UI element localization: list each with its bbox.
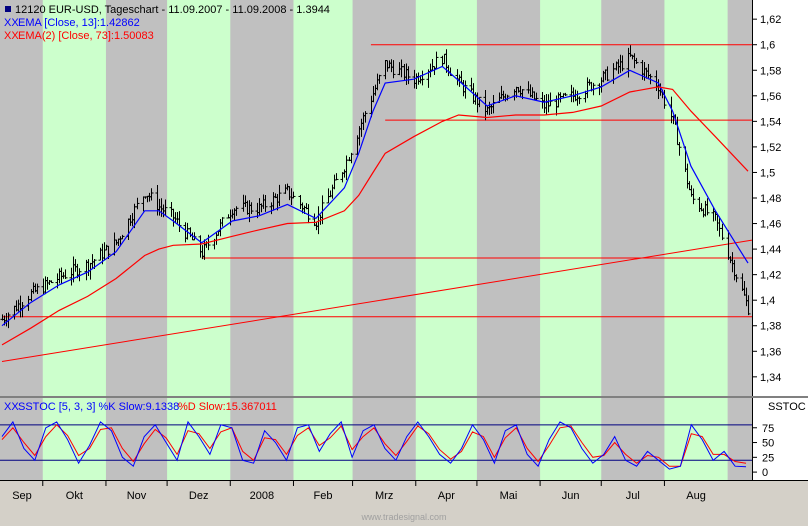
- price-tick-label: 1,56: [760, 91, 781, 103]
- stochastic-pane-tag: SSTOC: [768, 401, 806, 413]
- shaded-month-band: [540, 0, 602, 396]
- time-tick-label: 2008: [250, 490, 274, 502]
- price-tick-label: 1,58: [760, 65, 781, 77]
- shaded-month-band: [664, 0, 728, 396]
- shaded-month-band: [293, 0, 353, 396]
- price-tick-label: 1,36: [760, 346, 781, 358]
- price-tick-label: 1,46: [760, 219, 781, 231]
- chart-canvas: 1,62 1,6 1,58 1,56 1,54 1,52 1,5 1,48 1,46 1,44 1,…: [0, 0, 808, 526]
- stochastic-tick-label: 25: [762, 452, 774, 464]
- time-tick-label: Jul: [626, 490, 640, 502]
- time-tick-label: Feb: [314, 490, 333, 502]
- price-tick-label: 1,44: [760, 244, 781, 256]
- chart-title: 12120 EUR-USD, Tageschart - 11.09.2007 -…: [15, 4, 330, 16]
- price-tick-label: 1,54: [760, 116, 781, 128]
- price-tick-label: 1,42: [760, 270, 781, 282]
- time-tick-label: Jun: [562, 490, 580, 502]
- price-tick-label: 1,48: [760, 193, 781, 205]
- price-pane-background: [0, 0, 752, 396]
- time-tick-label: Okt: [66, 490, 83, 502]
- watermark: www.tradesignal.com: [360, 512, 446, 522]
- price-tick-label: 1,38: [760, 321, 781, 333]
- ema13-legend: EMA [Close, 13]:1.42862: [18, 17, 140, 29]
- shaded-month-band: [167, 0, 231, 396]
- price-tick-label: 1,34: [760, 372, 781, 384]
- stochastic-legend-k: SSTOC [5, 3, 3] %K Slow:9.1338: [18, 401, 179, 413]
- time-tick-label: Mrz: [375, 490, 393, 502]
- shaded-month-band: [42, 0, 106, 396]
- ema73-legend: EMA(2) [Close, 73]:1.50083: [18, 30, 154, 42]
- price-tick-label: 1,62: [760, 14, 781, 26]
- stochastic-tick-label: 50: [762, 438, 774, 450]
- stochastic-tick-label: 0: [762, 467, 768, 479]
- time-tick-label: Nov: [127, 490, 147, 502]
- time-tick-label: Aug: [686, 490, 706, 502]
- price-tick-label: 1,4: [760, 295, 775, 307]
- price-tick-label: 1,5: [760, 167, 775, 179]
- time-tick-label: Apr: [438, 490, 455, 502]
- stochastic-legend-d: %D Slow:15.367011: [178, 401, 277, 413]
- chart-symbol-icon: [5, 6, 11, 12]
- price-tick-label: 1,52: [760, 142, 781, 154]
- stochastic-shaded-band: [415, 398, 477, 480]
- stochastic-shaded-band: [293, 398, 353, 480]
- time-tick-label: Dez: [189, 490, 209, 502]
- time-tick-label: Sep: [12, 490, 32, 502]
- price-tick-label: 1,6: [760, 40, 775, 52]
- time-tick-label: Mai: [500, 490, 518, 502]
- stochastic-tick-label: 75: [762, 423, 774, 435]
